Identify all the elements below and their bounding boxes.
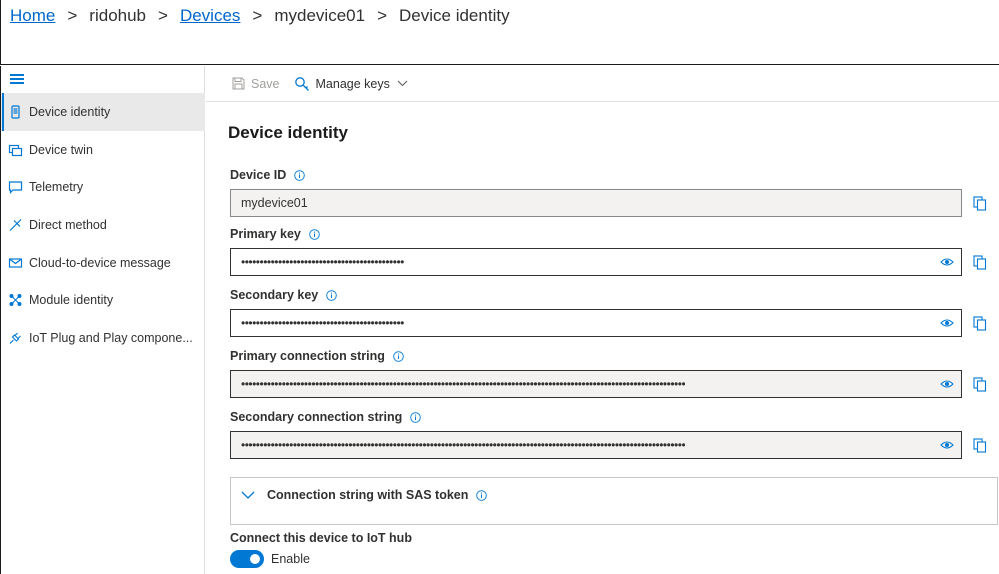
sidebar-item-device-identity[interactable]: Device identity: [1, 93, 205, 131]
header-bar: Home > ridohub > Devices > mydevice01 > …: [0, 0, 999, 65]
copy-icon[interactable]: [973, 316, 987, 331]
sidebar-item-label: IoT Plug and Play compone...: [29, 330, 193, 345]
plug-icon: [9, 332, 21, 344]
secondary-key-label-text: Secondary key: [230, 288, 319, 302]
breadcrumb-hub: ridohub: [89, 6, 147, 25]
key-icon: [294, 76, 309, 91]
primary-connection-string-value: ••••••••••••••••••••••••••••••••••••••••…: [241, 377, 686, 391]
copy-icon[interactable]: [973, 377, 987, 392]
enable-toggle[interactable]: [230, 550, 264, 568]
primary-key-label: Primary key: [230, 227, 320, 241]
sidebar-item-label: Telemetry: [29, 180, 84, 195]
sidebar-item-device-twin[interactable]: Device twin: [1, 131, 205, 169]
enable-toggle-row: Enable: [230, 550, 310, 568]
info-icon[interactable]: [309, 228, 320, 240]
hamburger-menu-icon[interactable]: [10, 74, 24, 86]
secondary-key-label: Secondary key: [230, 288, 338, 302]
manage-keys-button[interactable]: Manage keys: [294, 76, 414, 92]
breadcrumb-current: Device identity: [399, 6, 510, 25]
sidebar-item-module-identity[interactable]: Module identity: [1, 281, 205, 319]
eye-icon[interactable]: [940, 440, 954, 450]
primary-key-value: ••••••••••••••••••••••••••••••••••••••••…: [241, 255, 404, 269]
sidebar-item-label: Direct method: [29, 217, 107, 232]
breadcrumb-separator: >: [252, 6, 263, 25]
info-icon[interactable]: [294, 169, 306, 181]
save-button[interactable]: Save: [232, 77, 280, 91]
sas-token-expander[interactable]: Connection string with SAS token: [241, 488, 488, 502]
secondary-key-value: ••••••••••••••••••••••••••••••••••••••••…: [241, 316, 404, 330]
secondary-connection-string-field[interactable]: ••••••••••••••••••••••••••••••••••••••••…: [230, 431, 962, 459]
command-bar: Save Manage keys: [206, 66, 999, 102]
breadcrumb-separator: >: [67, 6, 78, 25]
secondary-key-field[interactable]: ••••••••••••••••••••••••••••••••••••••••…: [230, 309, 962, 337]
info-icon[interactable]: [476, 489, 488, 501]
device-id-field[interactable]: mydevice01: [230, 189, 962, 217]
breadcrumb-separator: >: [377, 6, 388, 25]
sidebar-item-cloud-to-device[interactable]: Cloud-to-device message: [1, 244, 205, 282]
copy-icon[interactable]: [973, 438, 987, 453]
info-icon[interactable]: [326, 289, 338, 301]
copy-icon[interactable]: [973, 196, 987, 211]
sidebar-item-label: Device identity: [29, 104, 111, 119]
chat-icon: [8, 181, 23, 195]
breadcrumb: Home > ridohub > Devices > mydevice01 > …: [10, 6, 510, 26]
breadcrumb-separator: >: [158, 6, 168, 25]
eye-icon[interactable]: [940, 379, 954, 389]
toggle-knob: [250, 554, 260, 564]
sidebar-item-label: Module identity: [29, 293, 114, 308]
device-id-label-text: Device ID: [230, 168, 287, 182]
chevron-down-icon: [397, 80, 408, 87]
chevron-down-icon: [241, 491, 255, 499]
info-icon[interactable]: [410, 411, 422, 423]
primary-connection-string-label: Primary connection string: [230, 349, 404, 363]
breadcrumb-home-link[interactable]: Home: [10, 6, 55, 26]
connect-label: Connect this device to IoT hub: [230, 531, 412, 545]
breadcrumb-device: mydevice01: [274, 6, 366, 25]
device-twin-icon: [8, 144, 23, 156]
sidebar: Device identity Device twin Telemetry Di…: [0, 66, 205, 574]
sidebar-item-iot-plug-and-play[interactable]: IoT Plug and Play compone...: [1, 319, 205, 357]
save-icon: [232, 77, 245, 90]
secondary-connection-string-label: Secondary connection string: [230, 410, 422, 424]
breadcrumb-devices-link[interactable]: Devices: [180, 6, 240, 26]
mail-icon: [8, 257, 23, 268]
primary-connection-string-field[interactable]: ••••••••••••••••••••••••••••••••••••••••…: [230, 370, 962, 398]
sidebar-item-telemetry[interactable]: Telemetry: [1, 168, 205, 206]
info-icon[interactable]: [393, 350, 404, 362]
secondary-connection-string-label-text: Secondary connection string: [230, 410, 403, 424]
sas-token-section: Connection string with SAS token: [230, 477, 998, 525]
sidebar-item-label: Device twin: [29, 142, 93, 157]
enable-label: Enable: [271, 552, 310, 566]
page-title: Device identity: [228, 123, 348, 142]
main-content: Device identity Device ID mydevice01 Pri…: [206, 103, 999, 574]
primary-connection-string-label-text: Primary connection string: [230, 349, 385, 363]
sas-token-label: Connection string with SAS token: [267, 488, 469, 502]
manage-keys-label: Manage keys: [315, 76, 390, 91]
primary-key-label-text: Primary key: [230, 227, 301, 241]
module-icon: [9, 294, 22, 307]
sidebar-item-label: Cloud-to-device message: [29, 255, 171, 270]
device-id-label: Device ID: [230, 168, 306, 182]
eye-icon[interactable]: [940, 318, 954, 328]
sidebar-item-direct-method[interactable]: Direct method: [1, 206, 205, 244]
device-id-value: mydevice01: [241, 196, 308, 210]
secondary-connection-string-value: ••••••••••••••••••••••••••••••••••••••••…: [241, 438, 686, 452]
save-label: Save: [251, 76, 280, 91]
direct-method-icon: [9, 218, 22, 231]
device-icon: [11, 105, 20, 119]
primary-key-field[interactable]: ••••••••••••••••••••••••••••••••••••••••…: [230, 248, 962, 276]
sidebar-nav: Device identity Device twin Telemetry Di…: [1, 93, 205, 357]
copy-icon[interactable]: [973, 255, 987, 270]
eye-icon[interactable]: [940, 257, 954, 267]
